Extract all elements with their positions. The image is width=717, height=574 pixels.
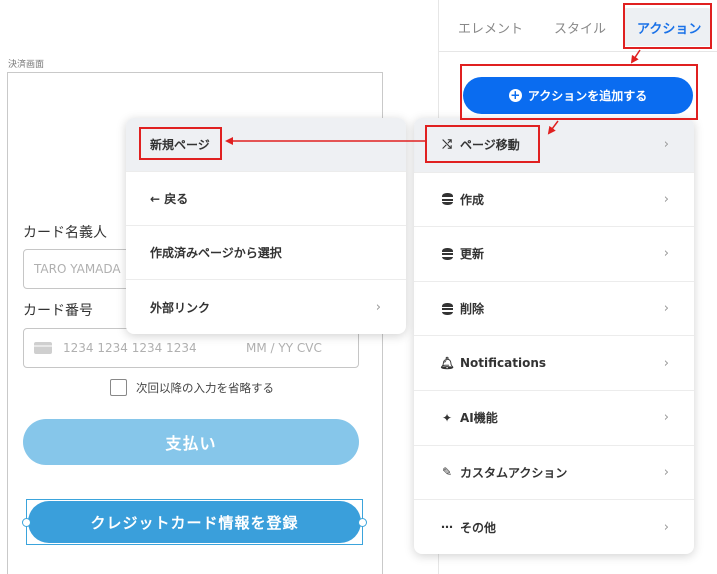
more-icon: ⋯	[441, 520, 453, 535]
annotation-box-actions-tab	[623, 3, 712, 49]
chevron-right-icon: ›	[663, 464, 669, 480]
menu-item-label: その他	[460, 520, 497, 535]
chevron-right-icon: ›	[663, 355, 669, 371]
register-card-button[interactable]: クレジットカード情報を登録	[28, 501, 361, 543]
menu-item-custom-action[interactable]: ✎ カスタムアクション ›	[414, 446, 694, 501]
action-menu: ⤭ ページ移動 › 作成 › 更新 › 削除 › 🔔︎ Notification…	[414, 118, 694, 554]
submenu-item-select-existing-page[interactable]: 作成済みページから選択	[126, 226, 406, 280]
submenu-item-label: ← 戻る	[150, 192, 189, 206]
menu-item-label: 更新	[460, 247, 485, 262]
screen-label: 決済画面	[8, 60, 45, 70]
menu-item-label: AI機能	[460, 411, 498, 426]
database-icon	[441, 302, 453, 315]
chevron-right-icon: ›	[663, 410, 669, 426]
menu-item-label: 作成	[460, 192, 485, 207]
skip-input-checkbox[interactable]	[110, 379, 127, 396]
sparkle-icon: ✦	[441, 410, 453, 425]
menu-item-label: 削除	[460, 302, 485, 317]
bell-icon: 🔔︎	[439, 356, 455, 371]
submenu-item-back[interactable]: ← 戻る	[126, 172, 406, 226]
chevron-right-icon: ›	[663, 191, 669, 207]
menu-item-label: Notifications	[460, 356, 547, 371]
card-number-placeholder: 1234 1234 1234 1234	[63, 341, 197, 355]
skip-input-option[interactable]: 次回以降の入力を省略する	[110, 379, 274, 396]
menu-item-label: カスタムアクション	[460, 465, 568, 480]
submenu-item-label: 作成済みページから選択	[150, 246, 282, 260]
chevron-right-icon: ›	[663, 301, 669, 317]
app-root: 決済画面 カード名義人 TARO YAMADA カード番号 1234 1234 …	[0, 0, 717, 574]
menu-item-notifications[interactable]: 🔔︎ Notifications ›	[414, 336, 694, 391]
chevron-right-icon: ›	[663, 519, 669, 535]
chevron-right-icon: ›	[375, 299, 381, 315]
annotation-box-page-transition	[425, 125, 540, 163]
card-expiry-cvc-placeholder: MM / YY CVC	[246, 341, 322, 355]
card-number-input[interactable]: 1234 1234 1234 1234 MM / YY CVC	[23, 328, 359, 368]
submenu-item-external-link[interactable]: 外部リンク ›	[126, 280, 406, 334]
credit-card-icon	[34, 342, 52, 354]
tab-elements[interactable]: エレメント	[458, 18, 523, 37]
cardholder-label: カード名義人	[23, 225, 107, 241]
resize-handle-left[interactable]	[22, 518, 31, 527]
annotation-box-add-action	[460, 64, 698, 120]
menu-item-create[interactable]: 作成 ›	[414, 173, 694, 228]
skip-input-label: 次回以降の入力を省略する	[136, 380, 274, 395]
chevron-right-icon: ›	[663, 137, 669, 153]
resize-handle-right[interactable]	[358, 518, 367, 527]
custom-action-icon: ✎	[441, 465, 453, 480]
menu-item-ai[interactable]: ✦ AI機能 ›	[414, 391, 694, 446]
card-number-label: カード番号	[23, 303, 93, 319]
database-icon	[441, 247, 453, 260]
database-icon	[441, 193, 453, 206]
pay-button[interactable]: 支払い	[23, 419, 359, 465]
menu-item-other[interactable]: ⋯ その他 ›	[414, 500, 694, 554]
chevron-right-icon: ›	[663, 246, 669, 262]
cardholder-placeholder: TARO YAMADA	[34, 262, 121, 276]
submenu-item-label: 外部リンク	[150, 300, 211, 315]
menu-item-update[interactable]: 更新 ›	[414, 227, 694, 282]
menu-item-delete[interactable]: 削除 ›	[414, 282, 694, 337]
tab-style[interactable]: スタイル	[554, 18, 606, 37]
annotation-box-new-page	[139, 127, 222, 160]
